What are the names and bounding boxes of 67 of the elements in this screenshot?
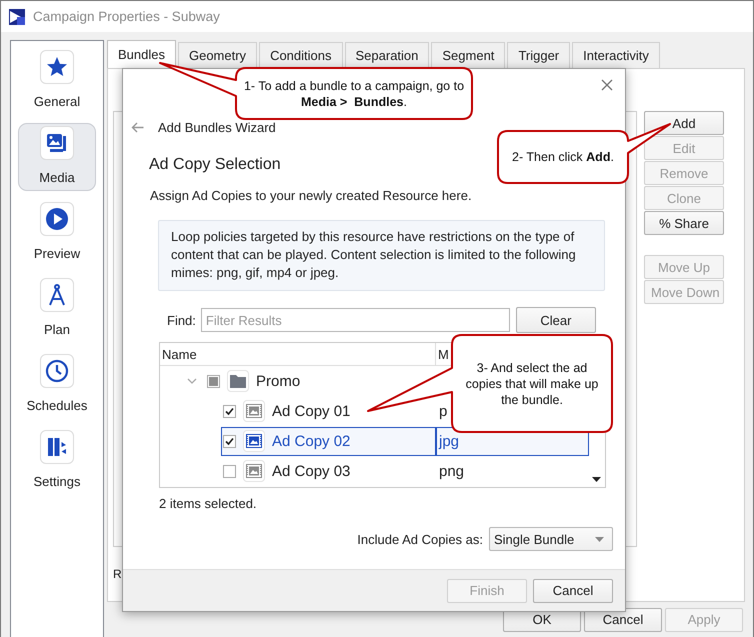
checkbox[interactable] [223, 464, 236, 478]
chevron-down-icon[interactable] [187, 376, 197, 386]
table-cell-text: jpg [438, 432, 460, 450]
disabled-button: Move Up [644, 255, 724, 279]
scroll-down-icon[interactable] [592, 477, 601, 482]
clock-icon [40, 354, 74, 388]
sidebar-item[interactable]: Settings [18, 427, 96, 495]
tree-item-label[interactable]: Ad Copy 02 [272, 432, 350, 450]
checkbox[interactable] [223, 434, 236, 448]
sidebar-item[interactable]: Plan [18, 275, 96, 343]
tab[interactable]: Geometry [178, 42, 258, 68]
image-icon [243, 400, 265, 422]
checkbox[interactable] [207, 374, 220, 388]
sidebar-item[interactable]: General [18, 47, 96, 115]
tab[interactable]: Separation [344, 42, 430, 68]
button: Apply [665, 608, 743, 632]
button[interactable]: Cancel [533, 578, 613, 602]
tab[interactable]: Bundles [107, 40, 176, 68]
tree-item-label[interactable]: Ad Copy 01 [272, 402, 350, 420]
sidebar-item[interactable]: Media [18, 123, 96, 191]
table-cell-text: p [438, 402, 448, 420]
tab[interactable]: Interactivity [572, 42, 660, 68]
disabled-button: Clone [644, 186, 724, 210]
image-icon [243, 460, 265, 482]
disabled-button: Remove [644, 161, 724, 185]
callout-text: 3- And select the ad copies that will make up the bundle. [464, 360, 600, 408]
description: Assign Ad Copies to your newly created Resource here. [150, 188, 472, 203]
selected-row[interactable]: Ad Copy 02 jpg [221, 426, 589, 456]
filter-field[interactable]: Filter Results [200, 308, 510, 332]
column-header[interactable]: Name [160, 343, 436, 365]
column-header[interactable]: M [436, 343, 449, 365]
compass-icon [40, 278, 74, 312]
section-heading: Ad Copy Selection [149, 156, 281, 174]
checkbox[interactable] [223, 404, 236, 418]
dropdown[interactable]: Single Bundle [489, 527, 613, 551]
clear-button[interactable]: Clear [516, 307, 596, 333]
info-notice: Loop policies targeted by this resource have restrictions on the type of content that can be played. Content selection is limited to the following mimes: png, gif, mp4 or jpeg. [158, 220, 605, 291]
tab[interactable]: Segment [431, 42, 506, 68]
callout-text: 2- Then click Add. [512, 149, 614, 165]
disabled-button: Edit [644, 136, 724, 160]
caret-icon [595, 536, 604, 542]
dialog-title: Add Bundles Wizard [158, 120, 276, 134]
window-title: Campaign Properties - Subway [33, 9, 220, 24]
tree-item-label[interactable]: Promo [256, 372, 300, 390]
back-arrow-icon[interactable] [131, 122, 144, 132]
columns-icon [40, 430, 74, 464]
find-label: Find: [167, 312, 196, 328]
close-icon[interactable] [601, 79, 613, 91]
folder-icon [227, 370, 249, 392]
disabled-button: Move Down [644, 280, 724, 304]
tab[interactable]: Trigger [507, 42, 570, 68]
include-label: Include Ad Copies as: [357, 532, 483, 546]
callout-text: 1- To add a bundle to a campaign, go to Media > Bundles. [244, 78, 464, 110]
label-fragment: R [113, 567, 122, 581]
app-logo-icon [9, 8, 25, 24]
tree-item-label[interactable]: Ad Copy 03 [272, 462, 350, 480]
sidebar-item[interactable]: Preview [18, 199, 96, 267]
button: Finish [447, 578, 527, 602]
image-icon [243, 430, 265, 452]
table-cell-text: png [438, 462, 464, 480]
sidebar-item[interactable]: Schedules [18, 351, 96, 419]
selection-status: 2 items selected. [159, 496, 257, 511]
play-icon [40, 202, 74, 236]
tab[interactable]: Conditions [259, 42, 342, 68]
button[interactable]: Add [644, 111, 724, 135]
image-icon [40, 126, 74, 160]
button[interactable]: % Share [644, 211, 724, 235]
